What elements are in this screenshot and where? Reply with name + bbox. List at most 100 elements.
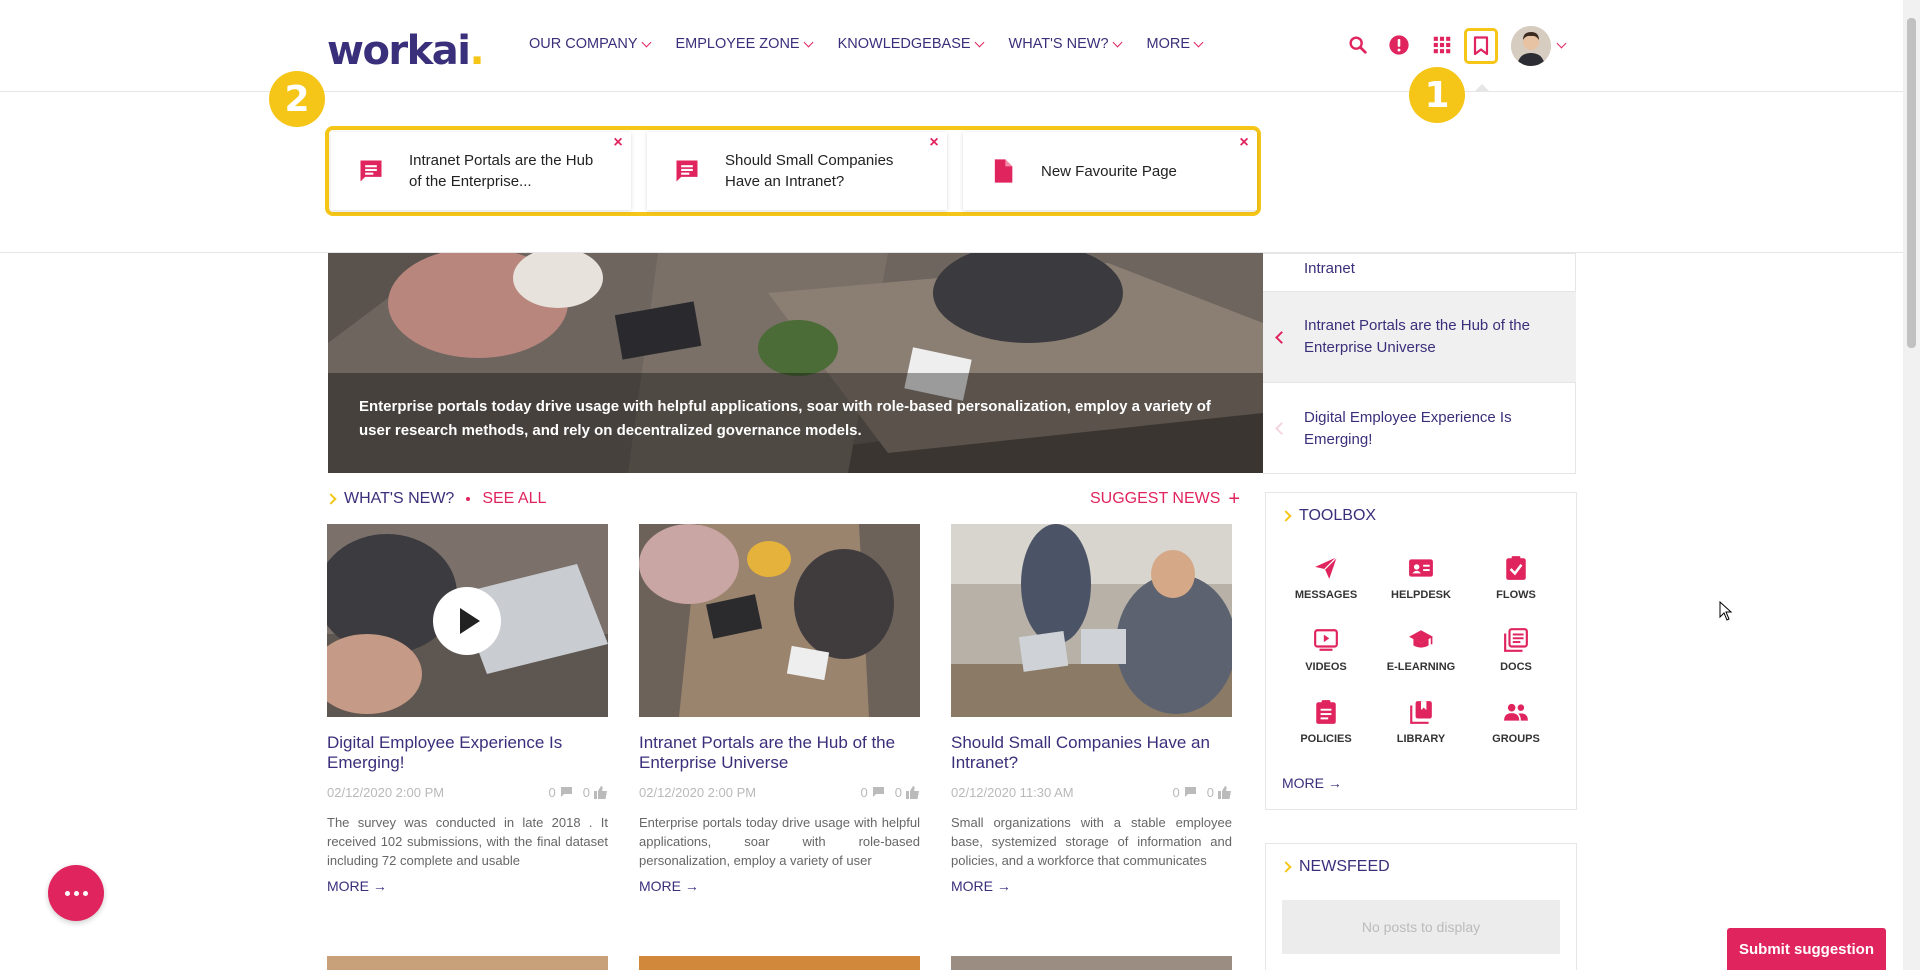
chevron-down-icon[interactable] [1556,38,1567,49]
bookmarks-button[interactable] [1464,28,1498,64]
avatar[interactable] [1511,26,1551,66]
tool-policies[interactable]: POLICIES [1281,699,1371,745]
thumbs-up-icon[interactable] [906,785,920,799]
bookmark-title: New Favourite Page [1041,162,1177,180]
news-date: 02/12/2020 2:00 PM [327,784,445,800]
chevron-down-icon [803,37,814,47]
news-image-partial[interactable] [639,956,920,970]
toolbox-header: TOOLBOX [1280,507,1376,525]
like-count: 0 [894,784,902,800]
news-image[interactable] [639,524,920,717]
tool-helpdesk[interactable]: HELPDESK [1376,555,1466,601]
like-count: 0 [1206,784,1214,800]
news-meta: 02/12/2020 2:00 PM 0 0 [327,783,608,801]
slider-item[interactable]: Intranet [1263,254,1576,292]
bookmark-item[interactable]: Should Small Companies Have an Intranet?… [647,132,947,210]
nav-employee-zone[interactable]: EMPLOYEE ZONE [676,36,814,52]
bookmark-icon [1473,36,1489,56]
chevron-down-icon [641,37,651,47]
graduation-cap-icon [1409,630,1433,648]
news-meta: 02/12/2020 2:00 PM 0 0 [639,783,920,801]
scrollbar-thumb[interactable] [1907,18,1916,348]
thumbs-up-icon[interactable] [594,785,608,799]
docs-stack-icon [1504,628,1528,652]
tool-docs[interactable]: DOCS [1471,627,1561,673]
tool-messages[interactable]: MESSAGES [1281,555,1371,601]
plus-icon: + [1228,488,1241,510]
dot-icon [73,890,79,896]
chevron-right-icon [1280,861,1292,873]
comment-icon [676,160,698,182]
search-icon[interactable] [1347,34,1369,56]
thumbs-up-icon[interactable] [1218,785,1232,799]
slider-item-title: Intranet [1304,260,1355,277]
toolbox-more-link[interactable]: MORE → [1282,775,1342,791]
toolbox-panel: TOOLBOX MESSAGES HELPDESK FLOWS VIDEOS E… [1265,492,1577,810]
news-title[interactable]: Digital Employee Experience Is Emerging! [327,733,608,773]
suggest-news-button[interactable]: SUGGEST NEWS + [1090,488,1241,510]
paper-plane-icon [1315,556,1338,579]
dot-icon [82,890,88,896]
close-icon[interactable]: × [927,135,941,151]
news-title[interactable]: Should Small Companies Have an Intranet? [951,733,1232,773]
news-excerpt: Small organizations with a stable employ… [951,815,1232,868]
play-icon[interactable] [433,587,501,655]
nav-whats-new[interactable]: WHAT'S NEW? [1009,36,1122,52]
nav-more[interactable]: MORE [1147,36,1204,52]
nav-knowledgebase[interactable]: KNOWLEDGEBASE [838,36,984,52]
newsfeed-header: NEWSFEED [1280,858,1390,876]
news-date: 02/12/2020 11:30 AM [951,784,1074,800]
scrollbar[interactable] [1903,0,1920,970]
newsfeed-title: NEWSFEED [1299,858,1390,875]
tool-library[interactable]: LIBRARY [1376,699,1466,745]
comment-count: 0 [860,784,868,800]
more-link[interactable]: MORE → [327,878,608,894]
news-title[interactable]: Intranet Portals are the Hub of the Ente… [639,733,920,773]
workai-logo[interactable]: workai. [327,28,485,74]
nav-our-company[interactable]: OUR COMPANY [529,36,651,52]
slider-item-active[interactable]: Intranet Portals are the Hub of the Ente… [1263,292,1576,383]
more-link[interactable]: MORE → [951,878,1232,894]
clipboard-list-icon [1316,700,1336,724]
tool-label: VIDEOS [1305,661,1347,673]
close-icon[interactable]: × [1237,135,1251,151]
news-image[interactable] [327,524,608,717]
submit-suggestion-button[interactable]: Submit suggestion [1727,928,1886,970]
chevron-left-icon [1275,422,1288,435]
slider-item[interactable]: Digital Employee Experience Is Emerging! [1263,383,1576,474]
like-count: 0 [582,784,590,800]
chevron-right-icon [325,493,337,505]
chevron-down-icon [1112,37,1122,47]
news-card[interactable]: Digital Employee Experience Is Emerging!… [327,524,608,894]
more-actions-fab[interactable] [48,865,104,921]
tool-groups[interactable]: GROUPS [1471,699,1561,745]
tool-flows[interactable]: FLOWS [1471,555,1561,601]
apps-grid-icon[interactable] [1431,34,1453,56]
news-image-partial[interactable] [327,956,608,970]
news-card[interactable]: Intranet Portals are the Hub of the Ente… [639,524,920,894]
dropdown-caret [1474,84,1490,92]
see-all-link[interactable]: SEE ALL [482,490,546,508]
comment-count: 0 [548,784,556,800]
comment-icon[interactable] [1184,786,1197,798]
bookmark-item[interactable]: New Favourite Page × [963,132,1257,210]
comment-icon[interactable] [560,786,573,798]
comment-icon [360,160,382,182]
bookmark-title: Should Small Companies Have an Intranet? [725,152,894,190]
tool-e-learning[interactable]: E-LEARNING [1376,627,1466,673]
alert-icon[interactable] [1388,34,1410,56]
tool-label: FLOWS [1496,589,1536,601]
chevron-left-icon [1275,331,1288,344]
close-icon[interactable]: × [611,135,625,151]
tool-label: POLICIES [1300,733,1352,745]
news-card[interactable]: Should Small Companies Have an Intranet?… [951,524,1232,894]
hero-banner[interactable]: Enterprise portals today drive usage wit… [328,253,1263,473]
news-image[interactable] [951,524,1232,717]
tool-videos[interactable]: VIDEOS [1281,627,1371,673]
bookmark-item[interactable]: Intranet Portals are the Hub of the Ente… [331,132,631,210]
comment-icon[interactable] [872,786,885,798]
news-image-partial[interactable] [951,956,1232,970]
more-link[interactable]: MORE → [639,878,920,894]
books-icon [1410,701,1432,724]
main-nav: OUR COMPANY EMPLOYEE ZONE KNOWLEDGEBASE … [529,36,1204,52]
